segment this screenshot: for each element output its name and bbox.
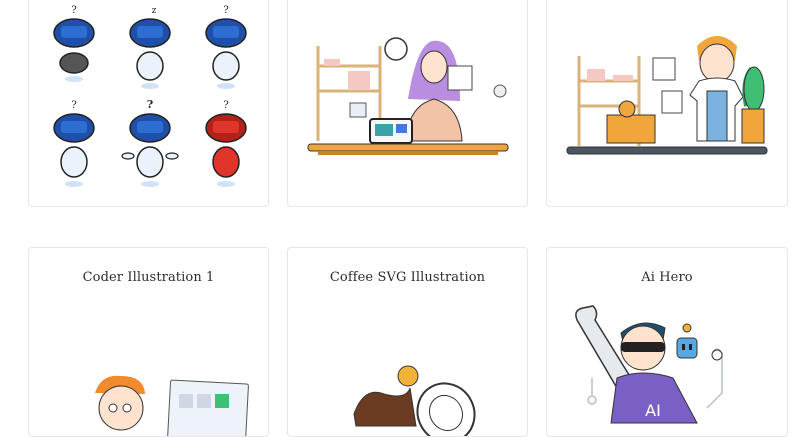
card-coder-illustration[interactable]: Coder Illustration 1 xyxy=(28,247,269,437)
shop-illustration xyxy=(307,37,509,155)
robot-red: ? xyxy=(205,100,247,187)
card-shop-owner-illustration[interactable] xyxy=(546,0,788,207)
card-ai-hero[interactable]: Ai Hero AI xyxy=(546,247,788,437)
svg-text:?: ? xyxy=(71,5,76,16)
card-shop-illustration[interactable] xyxy=(287,0,528,207)
card-robot-illustration[interactable]: ? z ? ? ? ? xyxy=(28,0,269,207)
robot-blue-5: ? xyxy=(121,98,179,187)
woman-figure xyxy=(405,40,463,142)
plant xyxy=(741,66,765,144)
robot-set-illustration: ? z ? ? ? ? xyxy=(53,5,247,187)
shop-owner-figure xyxy=(689,36,744,142)
robot-blue-1: ? xyxy=(53,5,95,82)
card-coffee-illustration[interactable]: Coffee SVG Illustration xyxy=(287,247,528,437)
robot-blue-4: ? xyxy=(53,100,95,187)
coder-figure xyxy=(95,375,145,431)
svg-text:z: z xyxy=(152,6,157,16)
coder-illustration xyxy=(95,375,249,436)
hero-shirt-text: AI xyxy=(645,401,661,420)
svg-text:?: ? xyxy=(147,98,153,111)
coffee-illustration xyxy=(353,365,476,436)
ai-hero-illustration: AI xyxy=(575,305,723,424)
svg-text:?: ? xyxy=(71,100,76,111)
svg-text:?: ? xyxy=(223,5,228,16)
robot-blue-3: ? xyxy=(205,5,247,89)
shop-owner-illustration xyxy=(566,36,768,155)
robot-blue-2: z xyxy=(129,6,171,89)
svg-text:?: ? xyxy=(223,100,228,111)
